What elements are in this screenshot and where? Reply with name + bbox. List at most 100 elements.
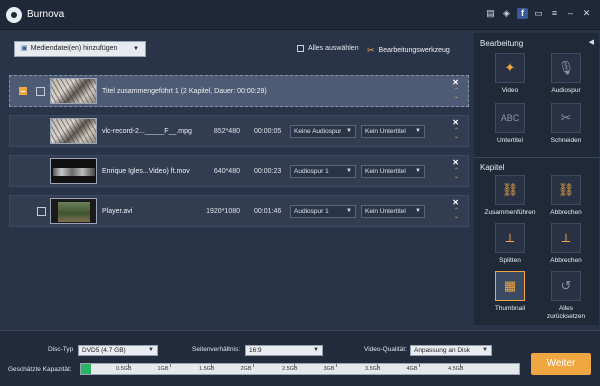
aspect-select[interactable]: 16:9 ▼ xyxy=(245,345,323,356)
file-name: vlc-record-2..._____F__.mpg xyxy=(102,128,192,135)
duration: 00:00:23 xyxy=(254,168,282,175)
next-button[interactable]: Weiter xyxy=(531,353,591,375)
capacity-tick-mark xyxy=(169,364,171,367)
capacity-tick-label: 1GB xyxy=(157,366,169,372)
menu-icon[interactable]: ≡ xyxy=(549,8,560,19)
cart-icon[interactable]: ◈ xyxy=(501,8,512,19)
capacity-tick-label: 1.5GB xyxy=(199,366,215,372)
audio-select[interactable]: Keine Audiospur ▼ xyxy=(290,125,356,138)
app-logo-icon xyxy=(6,7,22,23)
app-title: Burnova xyxy=(27,9,65,20)
edit-heading: Bearbeitung xyxy=(480,39,524,48)
capacity-tick-mark xyxy=(335,364,337,367)
tool-subtitle[interactable]: ABC Untertitel xyxy=(484,103,536,145)
unlink-icon: ⛓ xyxy=(551,175,581,205)
close-button[interactable]: ✕ xyxy=(581,8,592,19)
feedback-icon[interactable]: ▭ xyxy=(533,8,544,19)
thumbnail xyxy=(50,198,97,224)
chevron-down-icon: ▼ xyxy=(482,347,488,353)
duration: 00:01:46 xyxy=(254,208,282,215)
add-file-icon: ▣ xyxy=(21,45,28,52)
capacity-bar: 0.5GB 1GB 1.5GB 2GB 2.5GB 3GB 3.5GB 4GB 4.5GB xyxy=(80,363,520,375)
subtitle-select[interactable]: Kein Untertitel ▼ xyxy=(361,125,425,138)
subtitle-select[interactable]: Kein Untertitel ▼ xyxy=(361,165,425,178)
reorder-arrows-icon[interactable]: ⌃ ⌄ xyxy=(454,88,459,100)
close-icon[interactable]: ✕ xyxy=(452,158,459,167)
audio-select[interactable]: Audiospur 1 ▼ xyxy=(290,205,356,218)
tool-unmerge[interactable]: ⛓ Abbrechen xyxy=(540,175,592,217)
reorder-arrows-icon[interactable]: ⌃ ⌄ xyxy=(454,208,459,220)
quality-label: Video-Qualität: xyxy=(364,346,407,353)
chevron-down-icon: ▼ xyxy=(313,347,319,353)
tool-audio[interactable]: 🎙 Audiospur xyxy=(540,53,592,95)
capacity-fill xyxy=(81,364,91,374)
tool-reset[interactable]: ↺ Alles zurücksetzen xyxy=(540,271,592,321)
unsplit-icon: ⟂ xyxy=(551,223,581,253)
row-checkbox[interactable] xyxy=(36,87,45,96)
aspect-label: Seitenverhältnis: xyxy=(192,346,241,353)
capacity-tick-label: 3.5GB xyxy=(365,366,381,372)
capacity-tick-mark xyxy=(418,364,420,367)
tool-thumbnail[interactable]: ▦ Thumbnail xyxy=(484,271,536,313)
duration: 00:00:05 xyxy=(254,128,282,135)
chapter-heading: Kapitel xyxy=(480,163,505,172)
subtitle-select[interactable]: Kein Untertitel ▼ xyxy=(361,205,425,218)
row-checkbox[interactable] xyxy=(37,207,46,216)
resolution: 1920*1080 xyxy=(206,208,240,215)
collapse-panel-icon[interactable]: ◀ xyxy=(589,38,594,46)
resolution: 640*480 xyxy=(213,168,240,175)
register-icon[interactable]: ▤ xyxy=(485,8,496,19)
reorder-arrows-icon[interactable]: ⌃ ⌄ xyxy=(454,128,459,140)
capacity-tick-label: 4.5GB xyxy=(448,366,464,372)
capacity-tick-label: 4GB xyxy=(406,366,418,372)
tool-split[interactable]: ⟂ Splitten xyxy=(484,223,536,265)
title-name: Titel zusammengeführt 1 (2 Kapitel, Daue… xyxy=(102,88,267,95)
capacity-label: Geschätzte Kapazität: xyxy=(8,366,72,373)
close-icon[interactable]: ✕ xyxy=(452,78,459,87)
close-icon[interactable]: ✕ xyxy=(452,198,459,207)
disc-type-label: Disc-Typ xyxy=(48,346,74,353)
select-all-checkbox[interactable]: Alles auswählen xyxy=(297,45,359,52)
title-row[interactable]: Titel zusammengeführt 1 (2 Kapitel, Daue… xyxy=(9,75,469,107)
tool-unsplit[interactable]: ⟂ Abbrechen xyxy=(540,223,592,265)
close-icon[interactable]: ✕ xyxy=(452,118,459,127)
reorder-arrows-icon[interactable]: ⌃ ⌄ xyxy=(454,168,459,180)
minimize-button[interactable]: – xyxy=(565,8,576,19)
table-row[interactable]: vlc-record-2..._____F__.mpg 852*480 00:0… xyxy=(9,115,469,147)
quality-select[interactable]: Anpassung an Disk ▼ xyxy=(410,345,492,356)
title-list: Titel zusammengeführt 1 (2 Kapitel, Daue… xyxy=(9,75,469,325)
chevron-down-icon: ▼ xyxy=(415,128,421,134)
thumbnail xyxy=(50,118,97,144)
chevron-down-icon: ▼ xyxy=(415,168,421,174)
reset-icon: ↺ xyxy=(551,271,581,301)
abc-icon: ABC xyxy=(495,103,525,133)
disc-type-select[interactable]: DVD5 (4.7 GB) ▼ xyxy=(78,345,158,356)
chevron-down-icon[interactable]: ▼ xyxy=(133,42,139,56)
table-row[interactable]: Enrique Igles...Video) ft.mov 640*480 00… xyxy=(9,155,469,187)
link-icon: ⛓ xyxy=(495,175,525,205)
wand-icon: ✦ xyxy=(495,53,525,83)
table-row[interactable]: Player.avi 1920*1080 00:01:46 Audiospur … xyxy=(9,195,469,227)
capacity-tick-label: 0.5GB xyxy=(116,366,132,372)
collapse-toggle[interactable] xyxy=(19,87,27,95)
capacity-tick-label: 3GB xyxy=(323,366,335,372)
thumbnail-icon: ▦ xyxy=(495,271,525,301)
thumbnail xyxy=(50,158,97,184)
chevron-down-icon: ▼ xyxy=(346,168,352,174)
tool-panel: Bearbeitung ◀ ✦ Video 🎙 Audiospur ABC Un… xyxy=(474,33,599,325)
bottom-bar xyxy=(0,330,600,386)
tool-video[interactable]: ✦ Video xyxy=(484,53,536,95)
audio-select[interactable]: Audiospur 1 ▼ xyxy=(290,165,356,178)
facebook-icon[interactable]: f xyxy=(517,8,528,19)
chevron-down-icon: ▼ xyxy=(415,208,421,214)
edit-tool-button[interactable]: ✂ Bearbeitungswerkzeug xyxy=(367,45,450,56)
chevron-down-icon: ▼ xyxy=(346,208,352,214)
title-bar: Burnova ▤ ◈ f ▭ ≡ – ✕ xyxy=(0,0,600,30)
add-media-button[interactable]: ▣ Mediendatei(en) hinzufügen ▼ xyxy=(14,41,146,57)
tool-cut[interactable]: ✂ Schneiden xyxy=(540,103,592,145)
checkbox-icon[interactable] xyxy=(297,45,304,52)
chevron-down-icon: ▼ xyxy=(148,347,154,353)
tool-merge[interactable]: ⛓ Zusammenführen xyxy=(484,175,536,217)
scissors-icon: ✂ xyxy=(551,103,581,133)
chevron-down-icon: ▼ xyxy=(346,128,352,134)
